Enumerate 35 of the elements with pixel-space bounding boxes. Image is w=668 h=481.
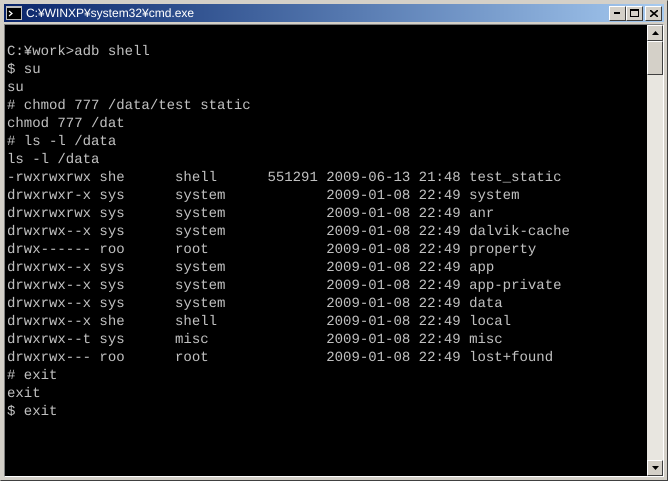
scroll-up-button[interactable] bbox=[647, 25, 663, 41]
console-line: drwxrwxr-x sys system 2009-01-08 22:49 system bbox=[7, 187, 520, 205]
close-button[interactable] bbox=[645, 6, 662, 20]
down-arrow-icon bbox=[652, 466, 658, 470]
console-line: su bbox=[7, 79, 25, 97]
console-line: -rwxrwxrwx she shell 551291 2009-06-13 21:48 test_static bbox=[7, 169, 562, 187]
console-line: C:¥work>adb shell bbox=[7, 43, 151, 61]
console-line: drwxrwx--t sys misc 2009-01-08 22:49 misc bbox=[7, 331, 504, 349]
scroll-down-button[interactable] bbox=[647, 460, 663, 476]
minimize-icon bbox=[614, 12, 621, 14]
minimize-button[interactable] bbox=[609, 6, 626, 20]
console-line: drwxrwx--x sys system 2009-01-08 22:49 app-private bbox=[7, 277, 562, 295]
console-line: drwxrwx--x she shell 2009-01-08 22:49 local bbox=[7, 313, 512, 331]
console-line: # chmod 777 /data/test static bbox=[7, 97, 252, 115]
window-title: C:¥WINXP¥system32¥cmd.exe bbox=[26, 5, 196, 21]
scroll-thumb[interactable] bbox=[647, 41, 663, 75]
console-line: $ exit bbox=[7, 403, 58, 421]
console-line: drwxrwx--x sys system 2009-01-08 22:49 app bbox=[7, 259, 496, 277]
console-line: drwxrwxrwx sys system 2009-01-08 22:49 anr bbox=[7, 205, 496, 223]
console-line: ls -l /data bbox=[7, 151, 100, 169]
console-app-icon bbox=[6, 6, 22, 20]
console-line: # exit bbox=[7, 367, 58, 385]
console-line: chmod 777 /dat bbox=[7, 115, 126, 133]
vertical-scrollbar[interactable] bbox=[647, 25, 663, 476]
up-arrow-icon bbox=[652, 31, 658, 35]
console-line: drwxrwx--- roo root 2009-01-08 22:49 lost+found bbox=[7, 349, 554, 367]
maximize-button[interactable] bbox=[626, 6, 643, 20]
console-line: $ su bbox=[7, 61, 42, 79]
console-line: drwxrwx--x sys system 2009-01-08 22:49 data bbox=[7, 295, 504, 313]
console-line: exit bbox=[7, 385, 42, 403]
console-line: # ls -l /data bbox=[7, 133, 118, 151]
close-icon bbox=[650, 10, 658, 16]
console-line: drwx------ roo root 2009-01-08 22:49 property bbox=[7, 241, 538, 259]
console-line: drwxrwx--x sys system 2009-01-08 22:49 dalvik-cache bbox=[7, 223, 571, 241]
maximize-icon bbox=[630, 9, 639, 17]
